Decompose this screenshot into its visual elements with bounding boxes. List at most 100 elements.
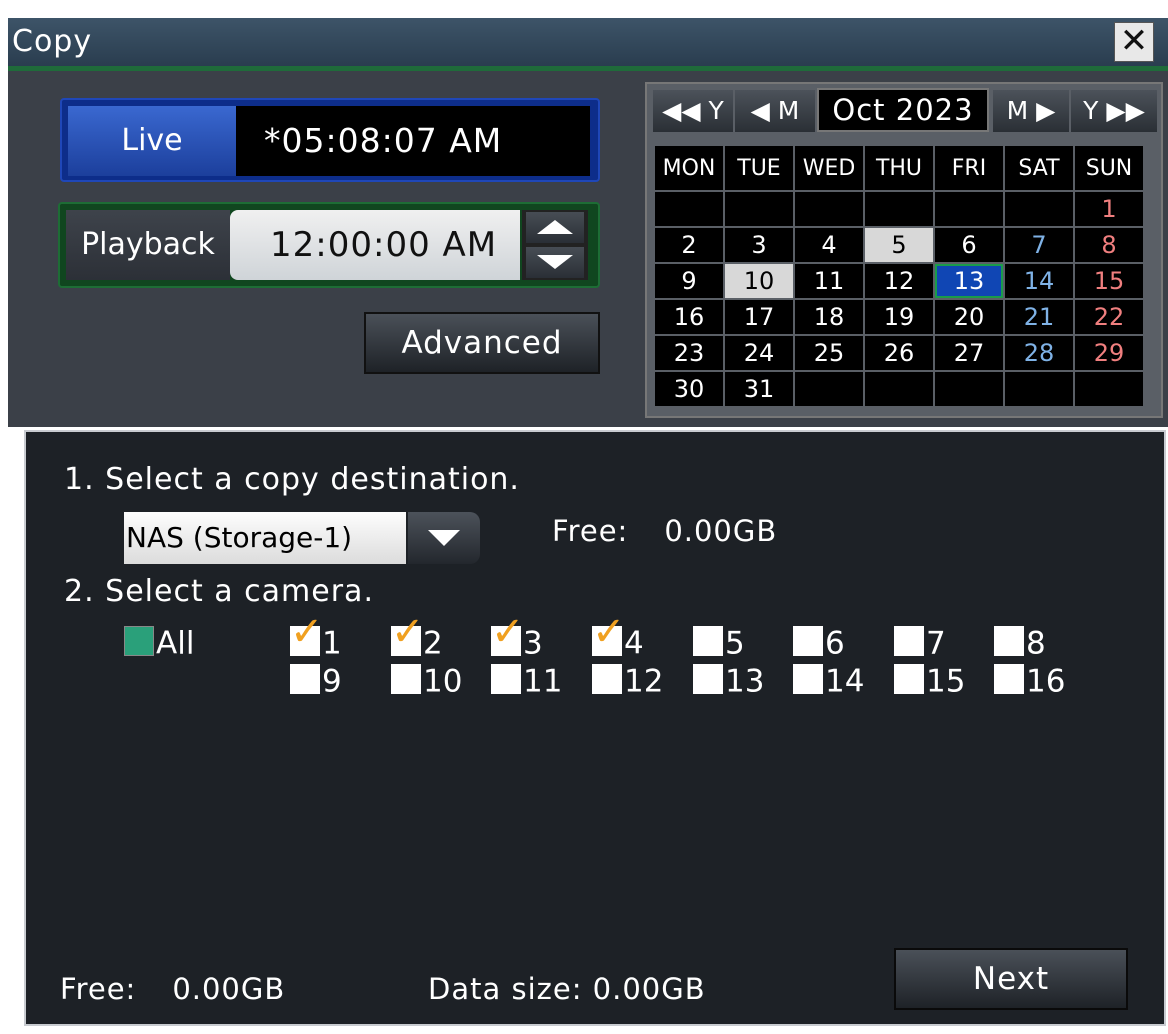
all-label: All (156, 625, 195, 662)
calendar-day-21[interactable]: 21 (1003, 298, 1075, 336)
calendar-day-15[interactable]: 15 (1073, 262, 1145, 300)
calendar-day-14[interactable]: 14 (1003, 262, 1075, 300)
step1-heading: 1. Select a copy destination. (64, 462, 520, 497)
checked-checkbox-icon (391, 614, 425, 656)
stepper-up-icon[interactable] (526, 212, 584, 243)
camera-label: 11 (523, 663, 563, 700)
destination-free: Free: 0.00GB (552, 514, 777, 548)
calendar-day-8[interactable]: 8 (1073, 226, 1145, 264)
playback-time-field[interactable]: 12:00:00 AM (230, 210, 520, 280)
camera-11-checkbox[interactable]: 11 (491, 662, 563, 700)
calendar-day-9[interactable]: 9 (653, 262, 725, 300)
prev-month-button[interactable]: ◀ M (735, 90, 815, 132)
free-value: 0.00GB (664, 514, 778, 548)
calendar-empty-cell (933, 190, 1005, 228)
calendar-day-25[interactable]: 25 (793, 334, 865, 372)
camera-label: 14 (825, 663, 865, 700)
chevron-down-icon[interactable] (408, 512, 480, 564)
camera-2-checkbox[interactable]: 2 (391, 614, 443, 662)
bottom-free-label: Free: (60, 972, 137, 1006)
calendar-month-label: Oct 2023 (817, 88, 989, 132)
calendar-day-5[interactable]: 5 (863, 226, 935, 264)
destination-value[interactable]: NAS (Storage-1) (124, 512, 406, 564)
camera-6-checkbox[interactable]: 6 (793, 624, 845, 662)
checked-checkbox-icon (491, 614, 525, 656)
camera-13-checkbox[interactable]: 13 (693, 662, 764, 700)
camera-5-checkbox[interactable]: 5 (693, 624, 745, 662)
camera-label: 8 (1026, 625, 1046, 662)
calendar-day-4[interactable]: 4 (793, 226, 865, 264)
calendar-day-19[interactable]: 19 (863, 298, 935, 336)
calendar-day-17[interactable]: 17 (723, 298, 795, 336)
calendar-day-23[interactable]: 23 (653, 334, 725, 372)
checkbox-icon (894, 663, 924, 694)
next-year-button[interactable]: Y ▶▶ (1071, 90, 1157, 132)
calendar-day-6[interactable]: 6 (933, 226, 1005, 264)
calendar-day-13[interactable]: 13 (933, 262, 1005, 300)
calendar-day-3[interactable]: 3 (723, 226, 795, 264)
calendar-day-28[interactable]: 28 (1003, 334, 1075, 372)
next-month-button[interactable]: M ▶ (993, 90, 1069, 132)
advanced-button[interactable]: Advanced (364, 312, 600, 374)
checkbox-icon (592, 663, 622, 694)
camera-16-checkbox[interactable]: 16 (994, 662, 1066, 700)
weekday-sat: SAT (1003, 144, 1075, 192)
playback-time-stepper (522, 210, 588, 280)
step2-heading: 2. Select a camera. (64, 574, 374, 609)
camera-3-checkbox[interactable]: 3 (491, 614, 543, 662)
calendar-day-2[interactable]: 2 (653, 226, 725, 264)
weekday-thu: THU (863, 144, 935, 192)
camera-label: 7 (926, 625, 946, 662)
checkbox-icon (693, 663, 723, 694)
calendar-day-30[interactable]: 30 (653, 370, 725, 408)
camera-7-checkbox[interactable]: 7 (894, 624, 946, 662)
calendar-empty-cell (1003, 370, 1075, 408)
calendar-day-7[interactable]: 7 (1003, 226, 1075, 264)
playback-button[interactable]: Playback (66, 210, 230, 280)
calendar-day-24[interactable]: 24 (723, 334, 795, 372)
calendar-day-29[interactable]: 29 (1073, 334, 1145, 372)
calendar-day-31[interactable]: 31 (723, 370, 795, 408)
live-row: Live *05:08:07 AM (60, 98, 600, 182)
calendar-day-10[interactable]: 10 (723, 262, 795, 300)
calendar-empty-cell (1073, 370, 1145, 408)
data-size: Data size: 0.00GB (428, 972, 706, 1006)
camera-10-checkbox[interactable]: 10 (391, 662, 462, 700)
camera-label: 15 (926, 663, 966, 700)
calendar-day-11[interactable]: 11 (793, 262, 865, 300)
checkbox-icon (491, 663, 521, 694)
camera-8-checkbox[interactable]: 8 (994, 624, 1046, 662)
camera-label: 3 (523, 625, 543, 662)
calendar-day-16[interactable]: 16 (653, 298, 725, 336)
camera-4-checkbox[interactable]: 4 (592, 614, 644, 662)
next-button[interactable]: Next (894, 948, 1128, 1010)
checkbox-icon (994, 625, 1024, 656)
calendar-day-18[interactable]: 18 (793, 298, 865, 336)
calendar-empty-cell (1003, 190, 1075, 228)
calendar-day-20[interactable]: 20 (933, 298, 1005, 336)
calendar-day-22[interactable]: 22 (1073, 298, 1145, 336)
calendar-day-27[interactable]: 27 (933, 334, 1005, 372)
prev-year-button[interactable]: ◀◀ Y (653, 90, 733, 132)
camera-1-checkbox[interactable]: 1 (290, 614, 342, 662)
camera-15-checkbox[interactable]: 15 (894, 662, 966, 700)
calendar-day-1[interactable]: 1 (1073, 190, 1145, 228)
calendar-empty-cell (653, 190, 725, 228)
checkbox-icon (894, 625, 924, 656)
camera-14-checkbox[interactable]: 14 (793, 662, 865, 700)
close-icon[interactable]: ✕ (1114, 22, 1154, 62)
calendar-day-26[interactable]: 26 (863, 334, 935, 372)
calendar-day-12[interactable]: 12 (863, 262, 935, 300)
stepper-down-icon[interactable] (526, 247, 584, 278)
free-label: Free: (552, 514, 629, 548)
checkbox-icon (793, 663, 823, 694)
camera-label: 6 (825, 625, 845, 662)
live-button[interactable]: Live (68, 106, 236, 176)
playback-row: Playback 12:00:00 AM (58, 202, 600, 288)
camera-12-checkbox[interactable]: 12 (592, 662, 663, 700)
destination-select[interactable]: NAS (Storage-1) (124, 512, 482, 564)
copy-window: Copy ✕ Live *05:08:07 AM Playback 12:00:… (0, 0, 1168, 1034)
camera-9-checkbox[interactable]: 9 (290, 662, 342, 700)
camera-label: 16 (1026, 663, 1066, 700)
camera-all-checkbox[interactable]: All (124, 624, 195, 662)
